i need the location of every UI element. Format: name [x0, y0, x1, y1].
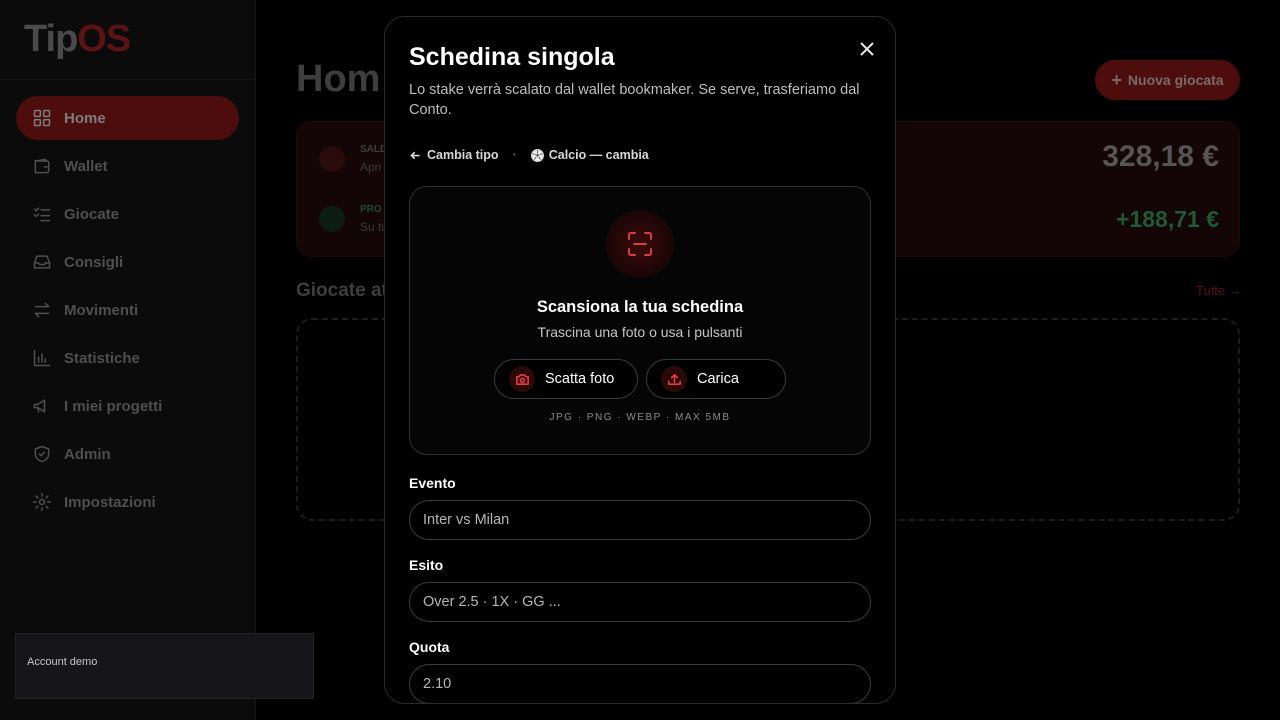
- modal-description: Lo stake verrà scalato dal wallet bookma…: [409, 82, 860, 118]
- profit-label: PRO: [360, 204, 382, 215]
- scan-dropzone[interactable]: Scansiona la tua schedina Trascina una f…: [409, 186, 871, 455]
- balance-sub: Apri: [360, 160, 382, 174]
- change-type-link[interactable]: Cambia tipo: [427, 148, 499, 162]
- trend-up-icon: [319, 206, 345, 232]
- sidebar-nav: Home Wallet Giocate Consigli Movimenti S…: [16, 96, 239, 528]
- sidebar: TipOS Home Wallet Giocate Consigli Movim…: [0, 0, 256, 720]
- sidebar-item-admin[interactable]: Admin: [16, 432, 239, 476]
- section-title: Giocate at: [296, 280, 388, 301]
- upload-button[interactable]: Carica: [646, 359, 786, 399]
- bar-chart-icon: [32, 348, 52, 368]
- wallet-icon: [32, 156, 52, 176]
- new-bet-button[interactable]: + Nuova giocata: [1095, 60, 1240, 100]
- take-photo-button[interactable]: Scatta foto: [494, 359, 638, 399]
- take-photo-label: Scatta foto: [545, 371, 615, 387]
- sidebar-item-consigli[interactable]: Consigli: [16, 240, 239, 284]
- sidebar-item-label: Consigli: [64, 253, 124, 271]
- outcome-input[interactable]: [409, 582, 871, 622]
- separator: ·: [512, 148, 517, 162]
- scan-title: Scansiona la tua schedina: [536, 298, 744, 316]
- sidebar-item-impostazioni[interactable]: Impostazioni: [16, 480, 239, 524]
- sidebar-item-giocate[interactable]: Giocate: [16, 192, 239, 236]
- sidebar-item-progetti[interactable]: I miei progetti: [16, 384, 239, 428]
- list-check-icon: [32, 204, 52, 224]
- sidebar-item-label: Wallet: [64, 157, 108, 175]
- account-badge[interactable]: Account demo: [15, 633, 314, 699]
- page-title: Hom: [296, 58, 381, 100]
- gear-icon: [32, 492, 52, 512]
- odds-label: Quota: [409, 639, 450, 655]
- upload-icon: [661, 366, 687, 392]
- arrow-left-icon: [410, 151, 420, 159]
- app-logo[interactable]: TipOS: [24, 18, 131, 61]
- event-input[interactable]: [409, 500, 871, 540]
- scan-icon: [606, 210, 674, 278]
- close-icon[interactable]: [856, 38, 878, 60]
- modal-title: Schedina singola: [409, 43, 615, 71]
- new-bet-label: Nuova giocata: [1127, 72, 1224, 88]
- sidebar-item-label: Home: [64, 109, 106, 127]
- grid-icon: [32, 108, 52, 128]
- arrows-left-right-icon: [32, 300, 52, 320]
- inbox-icon: [32, 252, 52, 272]
- wallet-icon: [319, 146, 345, 172]
- change-sport-link[interactable]: Calcio — cambia: [549, 148, 649, 162]
- sidebar-item-label: Statistiche: [64, 349, 140, 367]
- file-formats-hint: JPG · PNG · WEBP · MAX 5MB: [549, 412, 731, 423]
- balance-value: 328,18 €: [1102, 140, 1219, 173]
- sidebar-item-label: Admin: [64, 445, 111, 463]
- sidebar-item-statistiche[interactable]: Statistiche: [16, 336, 239, 380]
- camera-icon: [509, 366, 535, 392]
- sidebar-item-label: Giocate: [64, 205, 120, 223]
- shield-check-icon: [32, 444, 52, 464]
- upload-label: Carica: [697, 371, 739, 387]
- plus-icon: +: [1111, 69, 1122, 90]
- scan-subtitle: Trascina una foto o usa i pulsanti: [537, 324, 743, 340]
- bet-slip-modal: Schedina singola Lo stake verrà scalato …: [384, 16, 896, 704]
- see-all-link[interactable]: Tutte →: [1196, 283, 1242, 298]
- sidebar-item-label: I miei progetti: [64, 397, 163, 415]
- outcome-label: Esito: [409, 557, 444, 573]
- event-label: Evento: [409, 475, 456, 491]
- account-label: Account demo: [27, 656, 98, 668]
- odds-input[interactable]: [409, 664, 871, 703]
- sidebar-item-movimenti[interactable]: Movimenti: [16, 288, 239, 332]
- sidebar-item-home[interactable]: Home: [16, 96, 239, 140]
- soccer-ball-icon: [530, 148, 544, 162]
- breadcrumb: Cambia tipo · Calcio — cambia: [409, 148, 649, 162]
- sidebar-item-wallet[interactable]: Wallet: [16, 144, 239, 188]
- megaphone-icon: [32, 396, 52, 416]
- profit-value: +188,71 €: [1116, 206, 1219, 232]
- sidebar-item-label: Impostazioni: [64, 493, 156, 511]
- sidebar-divider: [0, 79, 255, 80]
- sidebar-item-label: Movimenti: [64, 301, 139, 319]
